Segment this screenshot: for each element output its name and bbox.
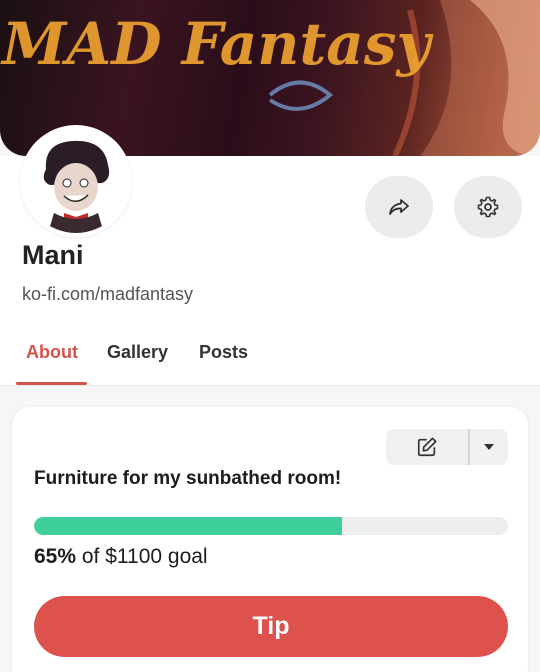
profile-url[interactable]: ko-fi.com/madfantasy xyxy=(22,284,193,305)
goal-card: Furniture for my sunbathed room! 65% of … xyxy=(12,407,528,672)
caret-down-icon xyxy=(484,444,494,450)
goal-options-dropdown[interactable] xyxy=(470,429,508,465)
settings-button[interactable] xyxy=(454,176,522,238)
tab-divider xyxy=(0,385,540,386)
tab-about[interactable]: About xyxy=(26,342,78,363)
tab-gallery[interactable]: Gallery xyxy=(107,342,168,363)
goal-progress-text: 65% of $1100 goal xyxy=(34,545,208,569)
share-arrow-icon xyxy=(389,199,409,215)
goal-amount: of $1100 goal xyxy=(76,545,208,568)
avatar-illustration xyxy=(24,129,128,233)
goal-title: Furniture for my sunbathed room! xyxy=(34,468,342,489)
goal-progress-bar xyxy=(34,517,508,535)
edit-icon xyxy=(417,437,437,457)
banner-logo-text: MAD Fantasy xyxy=(0,10,434,78)
share-button[interactable] xyxy=(365,176,433,238)
gear-icon xyxy=(477,196,499,218)
profile-name: Mani xyxy=(22,240,84,270)
tab-bar: About Gallery Posts xyxy=(0,330,540,386)
tab-posts[interactable]: Posts xyxy=(199,342,248,363)
tip-button[interactable]: Tip xyxy=(34,596,508,657)
goal-edit-controls xyxy=(386,429,508,465)
goal-percent: 65% xyxy=(34,545,77,568)
avatar[interactable] xyxy=(20,125,132,237)
edit-goal-button[interactable] xyxy=(386,429,468,465)
goal-progress-fill xyxy=(34,517,343,535)
